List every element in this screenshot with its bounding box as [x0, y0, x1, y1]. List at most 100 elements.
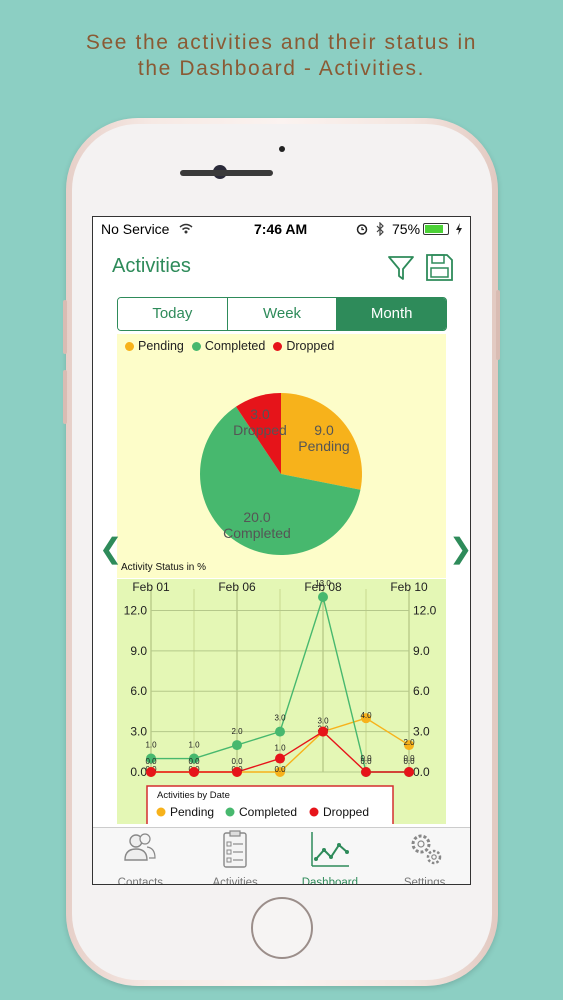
caption: See the activities and their status in t… [0, 30, 563, 82]
pie-name-completed: Completed [223, 525, 291, 541]
data-label-dropped: 0.0 [145, 757, 157, 766]
data-label-dropped: 0.0 [188, 757, 200, 766]
data-label-pending: 2.0 [403, 738, 415, 747]
data-label-dropped: 1.0 [274, 744, 286, 753]
data-point-completed[interactable] [318, 592, 328, 602]
pie-name-dropped: Dropped [233, 422, 287, 438]
data-point-dropped[interactable] [232, 767, 242, 777]
tab-settings[interactable]: Settings [377, 828, 470, 885]
data-label-completed: 2.0 [231, 727, 243, 736]
line-legend-label-dropped: Dropped [323, 805, 369, 819]
alarm-icon [356, 224, 368, 235]
battery-percent: 75% [392, 221, 421, 237]
data-point-completed[interactable] [232, 740, 242, 751]
prev-chart-arrow[interactable]: ❮ [99, 535, 122, 563]
tab-label-activities: Activities [212, 877, 258, 885]
y-tick-label-right: 0.0 [413, 765, 430, 779]
data-label-completed: 1.0 [188, 741, 200, 750]
data-label-pending: 0.0 [274, 765, 286, 774]
data-label-dropped: 0.0 [403, 757, 415, 766]
y-tick-label-right: 3.0 [413, 725, 430, 739]
caption-line-1: See the activities and their status in [85, 31, 478, 54]
data-label-completed: 13.0 [315, 579, 331, 588]
pie-label-dropped: 3.0 Dropped [225, 406, 295, 438]
y-tick-label-left: 3.0 [130, 725, 147, 739]
tab-bar: Contacts Activities Dashboard Settings [93, 827, 470, 885]
y-tick-label-right: 6.0 [413, 684, 430, 698]
contacts-icon [124, 833, 156, 861]
segment-week[interactable]: Week [227, 298, 338, 330]
data-label-dropped: 3.0 [317, 717, 329, 726]
volume-up-button [63, 300, 67, 354]
tab-dashboard[interactable]: Dashboard [283, 828, 378, 885]
data-point-dropped[interactable] [361, 767, 371, 777]
proximity-sensor [279, 146, 285, 152]
data-label-completed: 1.0 [145, 741, 157, 750]
line-chart: 0.0 0.03.0 3.06.0 6.09.0 9.012.0 12.0Feb 01 Fe… [124, 579, 437, 824]
pie-chart-panel: Pending Completed Dropped 9.0 Pending 20… [117, 334, 446, 578]
data-point-completed[interactable] [275, 726, 285, 737]
line-chart-panel: 0.0 0.0 3.0 3.0 6.0 6.0 9.0 9.0 12.0 12.0 Feb 01 Fe… [117, 579, 446, 824]
pie-label-pending: 9.0 Pending [289, 422, 359, 454]
next-chart-arrow[interactable]: ❯ [449, 535, 470, 563]
pie-chart [200, 393, 362, 555]
page-title: Activities [112, 255, 191, 277]
line-legend-dot-dropped [309, 807, 319, 817]
tab-activities[interactable]: Activities [188, 828, 283, 885]
bluetooth-icon [376, 222, 384, 236]
line-chart-icon [311, 832, 349, 867]
data-label-dropped: 0.0 [231, 757, 243, 766]
tab-contacts[interactable]: Contacts [93, 828, 188, 885]
line-legend-label-pending: Pending [170, 805, 214, 819]
tab-label-settings: Settings [403, 877, 446, 885]
pie-label-completed: 20.0 Completed [217, 509, 297, 541]
line-legend-title: Activities by Date [157, 790, 230, 801]
line-legend-label-completed: Completed [239, 805, 297, 819]
data-point-dropped[interactable] [275, 753, 285, 764]
line-legend-dot-completed [225, 807, 235, 817]
battery-fill [425, 225, 443, 233]
pie-name-pending: Pending [298, 438, 350, 454]
segment-month[interactable]: Month [337, 298, 446, 330]
pie-value-dropped: 3.0 [250, 406, 270, 422]
segment-today[interactable]: Today [118, 298, 228, 330]
volume-down-button [63, 370, 67, 424]
y-tick-label-right: 9.0 [413, 644, 430, 658]
filter-icon[interactable] [385, 251, 417, 283]
y-tick-label-left: 12.0 [124, 603, 148, 617]
wifi-icon [179, 223, 193, 234]
charging-icon [456, 223, 462, 235]
gears-icon [411, 834, 441, 865]
app-screen: No Service 7:46 AM 75% Activities Today [92, 216, 471, 885]
y-tick-label-left: 6.0 [130, 684, 147, 698]
data-point-dropped[interactable] [404, 767, 414, 777]
pie-value-pending: 9.0 [314, 422, 334, 438]
data-label-completed: 3.0 [274, 714, 286, 723]
x-tick-label: Feb 01 [132, 580, 170, 594]
carrier-label: No Service [101, 221, 170, 237]
tab-label-contacts: Contacts [117, 877, 164, 885]
data-point-dropped[interactable] [189, 767, 199, 777]
period-segmented-control: Today Week Month [117, 297, 447, 331]
x-tick-label: Feb 10 [390, 580, 428, 594]
caption-line-2: the Dashboard - Activities. [137, 57, 426, 80]
battery-icon [423, 223, 449, 235]
status-bar: No Service 7:46 AM 75% [93, 217, 470, 241]
y-tick-label-left: 9.0 [130, 644, 147, 658]
home-button[interactable] [251, 897, 313, 959]
earpiece-speaker [180, 170, 273, 176]
line-chart-title: Activity Status in % [121, 562, 207, 573]
data-point-dropped[interactable] [146, 767, 156, 777]
save-icon[interactable] [423, 251, 455, 283]
tab-label-dashboard: Dashboard [301, 877, 358, 885]
pie-value-completed: 20.0 [243, 509, 271, 525]
clipboard-icon [223, 830, 247, 868]
line-legend-dot-pending [156, 807, 166, 817]
y-tick-label-right: 12.0 [413, 603, 437, 617]
data-label-pending: 4.0 [360, 711, 372, 720]
clock: 7:46 AM [254, 221, 308, 237]
data-label-dropped: 0.0 [360, 757, 372, 766]
power-button [496, 290, 500, 360]
data-point-dropped[interactable] [318, 726, 328, 737]
x-tick-label: Feb 06 [218, 580, 256, 594]
